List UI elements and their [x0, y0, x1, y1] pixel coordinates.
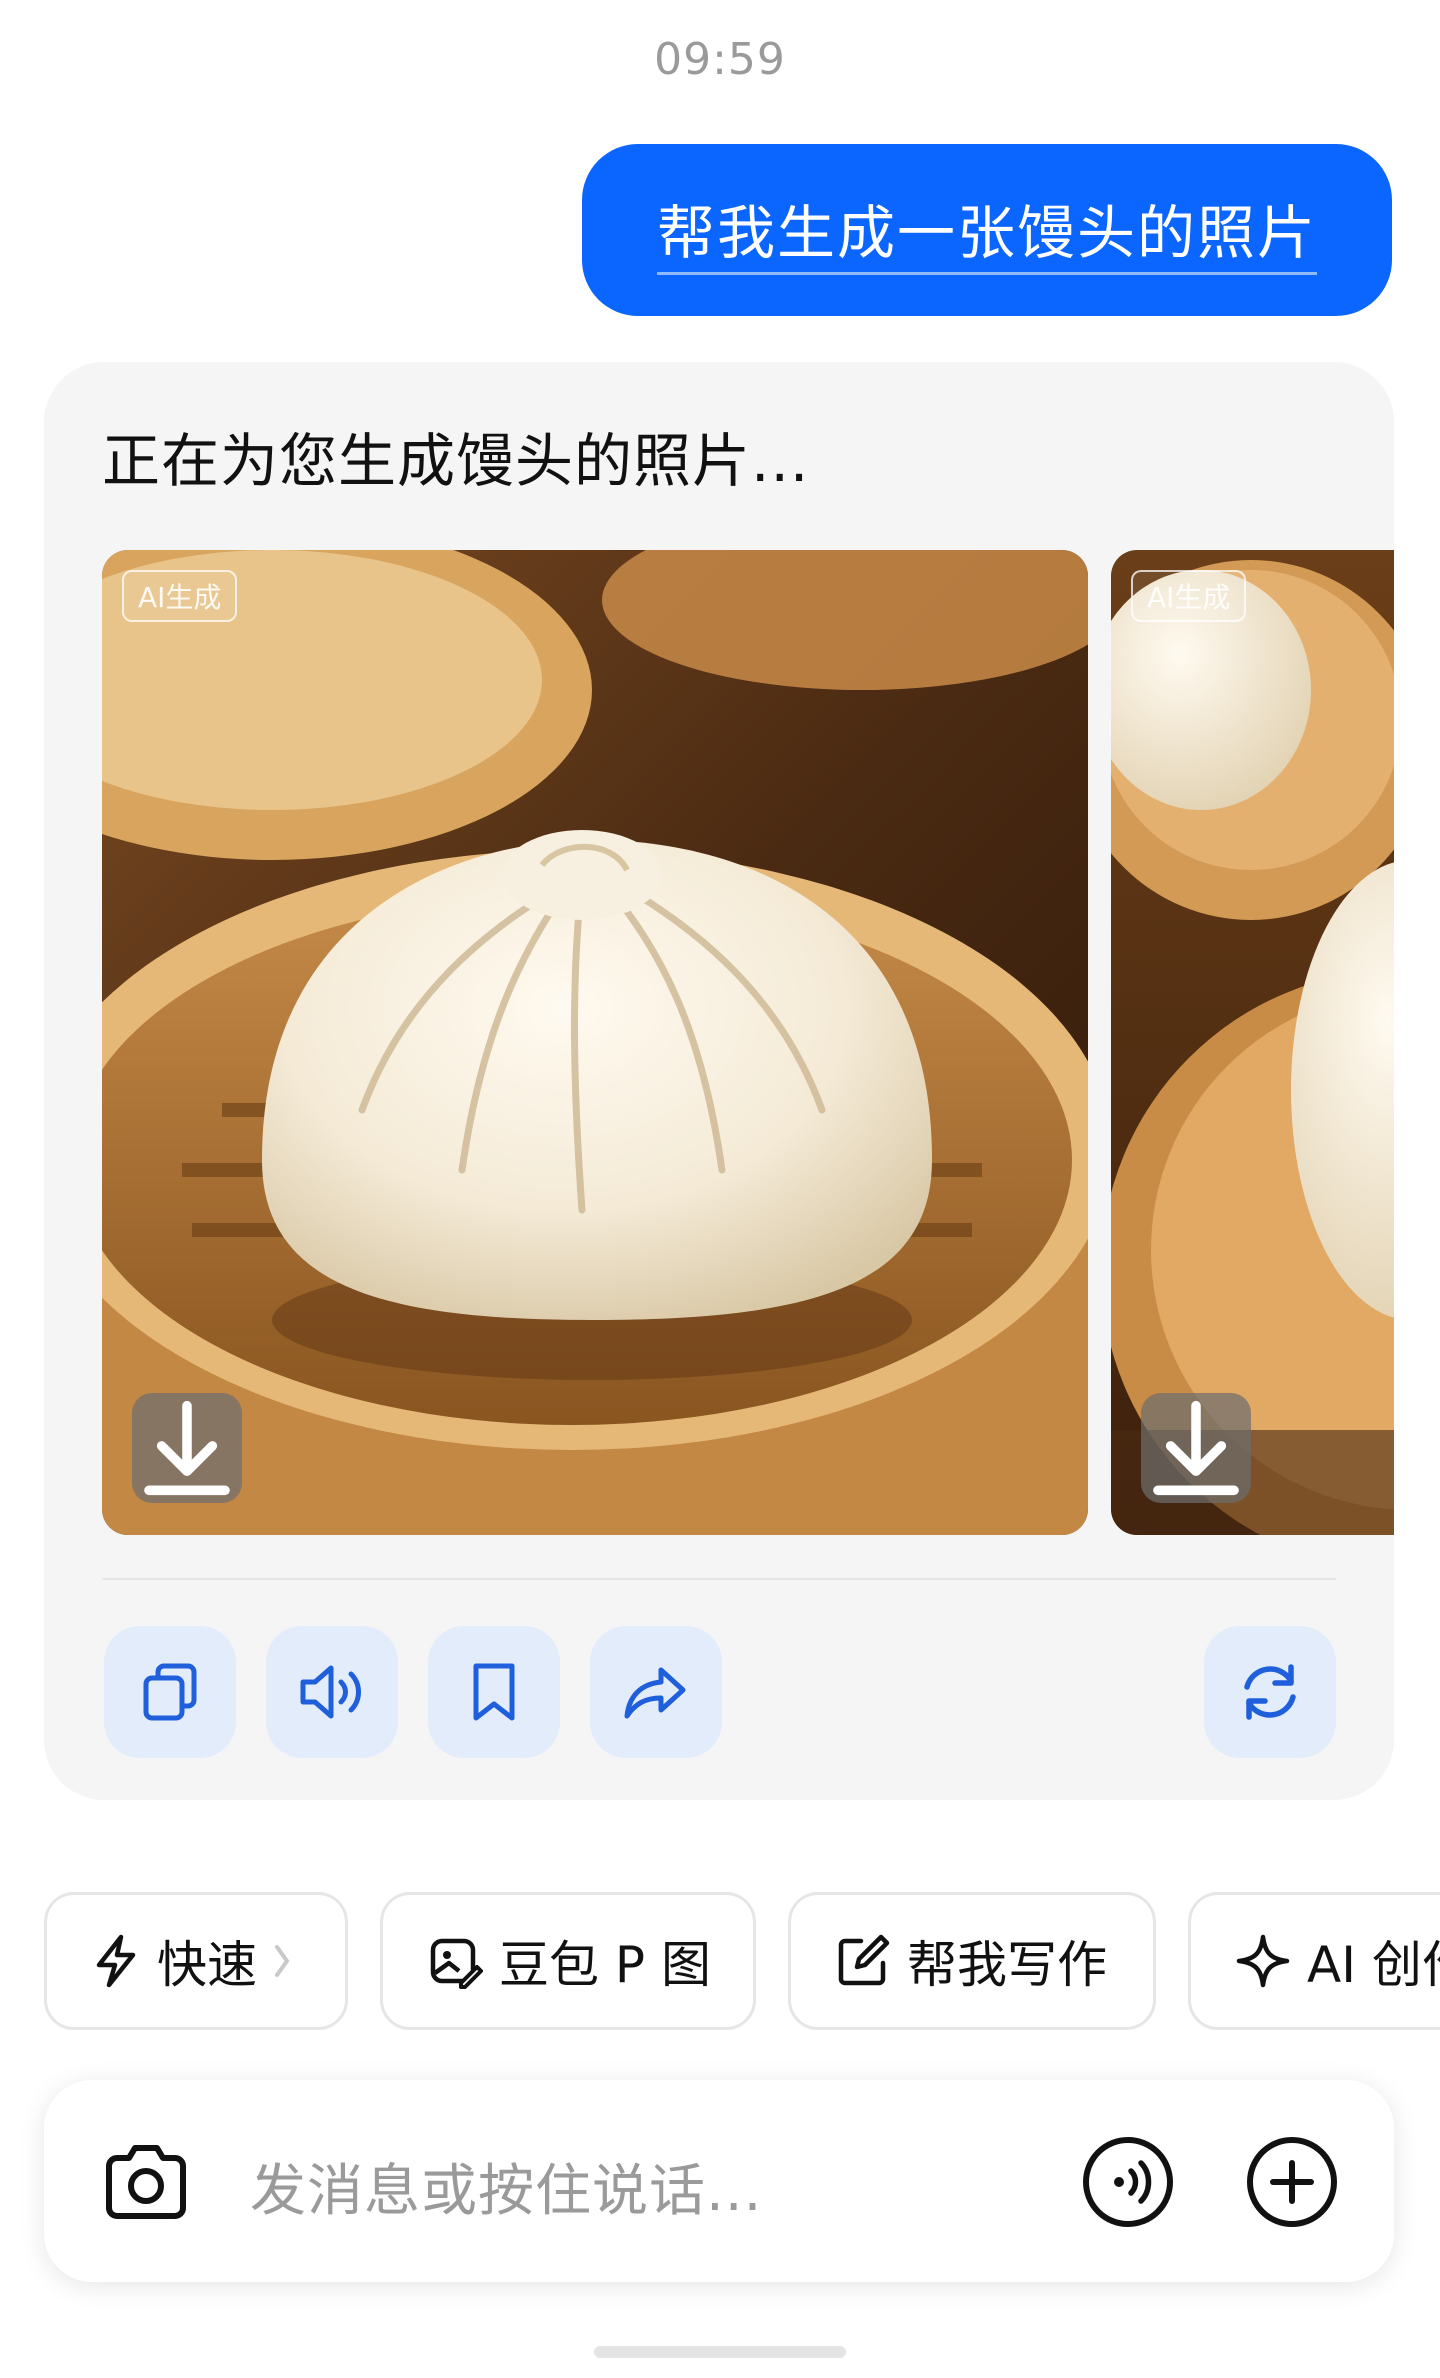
chevron-right-icon — [275, 1945, 290, 1977]
copy-icon — [143, 1663, 197, 1721]
voice-call-icon — [1083, 2137, 1173, 2227]
edit-icon — [838, 1934, 890, 1986]
home-indicator — [594, 2346, 846, 2358]
ai-generated-tag: AI生成 — [122, 570, 238, 622]
user-message-text: 帮我生成一张馒头的照片 — [656, 186, 1317, 275]
chip-label: 豆包 P 图 — [499, 1936, 711, 1994]
actions-divider — [102, 1578, 1336, 1580]
chip-label: AI 创作 — [1307, 1936, 1440, 1994]
lightning-icon — [96, 1934, 136, 1988]
add-button[interactable] — [1244, 2134, 1340, 2230]
steamed-bun-photo — [102, 550, 1088, 1535]
chip-ai-create[interactable]: AI 创作 — [1188, 1892, 1440, 2030]
voice-call-button[interactable] — [1080, 2134, 1176, 2230]
chip-image-edit[interactable]: 豆包 P 图 — [380, 1892, 756, 2030]
download-button[interactable] — [132, 1393, 242, 1503]
share-button[interactable] — [590, 1626, 722, 1758]
camera-icon — [106, 2145, 186, 2219]
read-aloud-button[interactable] — [266, 1626, 398, 1758]
message-input[interactable]: 发消息或按住说话... — [250, 2146, 762, 2227]
download-icon — [144, 1400, 230, 1496]
generated-image-2[interactable]: AI生成 — [1111, 550, 1394, 1535]
ai-reply-text: 正在为您生成馒头的照片... — [102, 427, 810, 495]
download-button[interactable] — [1141, 1393, 1251, 1503]
chip-label: 快速 — [157, 1936, 257, 1994]
chip-label: 帮我写作 — [907, 1936, 1107, 1994]
chip-writing[interactable]: 帮我写作 — [788, 1892, 1156, 2030]
share-icon — [624, 1667, 686, 1719]
sparkle-icon — [1236, 1934, 1290, 1988]
user-message-bubble[interactable]: 帮我生成一张馒头的照片 — [582, 144, 1392, 316]
message-input-bar: 发消息或按住说话... — [44, 2080, 1394, 2282]
generated-image-1[interactable]: AI生成 — [102, 550, 1088, 1535]
ai-reply-card: 正在为您生成馒头的照片... AI生成 AI生成 — [44, 362, 1394, 1800]
image-edit-icon — [430, 1938, 483, 1989]
message-timestamp: 09:59 — [654, 34, 786, 85]
chip-fast-mode[interactable]: 快速 — [44, 1892, 348, 2030]
add-icon — [1247, 2137, 1337, 2227]
camera-button[interactable] — [98, 2134, 194, 2230]
copy-button[interactable] — [104, 1626, 236, 1758]
ai-generated-tag: AI生成 — [1131, 570, 1247, 622]
regenerate-button[interactable] — [1204, 1626, 1336, 1758]
download-icon — [1153, 1400, 1239, 1496]
speaker-icon — [300, 1665, 361, 1719]
bookmark-icon — [473, 1663, 515, 1721]
bookmark-button[interactable] — [428, 1626, 560, 1758]
steamed-bun-photo — [1111, 550, 1394, 1535]
refresh-icon — [1244, 1664, 1296, 1720]
